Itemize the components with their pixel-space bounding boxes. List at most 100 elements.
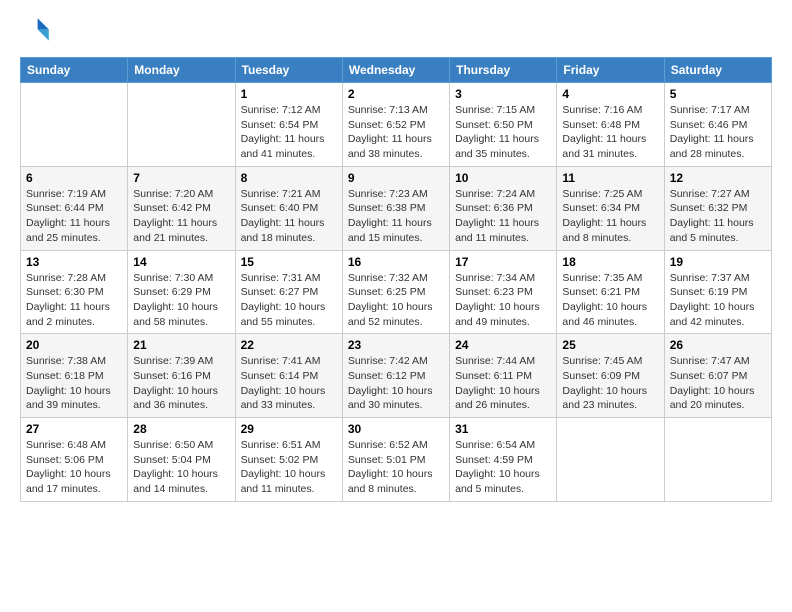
day-number: 25 bbox=[562, 338, 658, 352]
day-number: 21 bbox=[133, 338, 229, 352]
header bbox=[20, 15, 772, 47]
day-info: Sunrise: 7:13 AM Sunset: 6:52 PM Dayligh… bbox=[348, 103, 444, 162]
day-info: Sunrise: 7:39 AM Sunset: 6:16 PM Dayligh… bbox=[133, 354, 229, 413]
calendar-cell: 11Sunrise: 7:25 AM Sunset: 6:34 PM Dayli… bbox=[557, 166, 664, 250]
calendar-cell: 24 Sunrise: 7:44 AM Sunset: 6:11 PM Dayli… bbox=[450, 334, 557, 418]
day-info: Sunrise: 7:30 AM Sunset: 6:29 PM Dayligh… bbox=[133, 271, 229, 330]
day-of-week-header: Tuesday bbox=[235, 58, 342, 83]
calendar-cell: 16 Sunrise: 7:32 AM Sunset: 6:25 PM Dayli… bbox=[342, 250, 449, 334]
calendar-week-row: 1 Sunrise: 7:12 AM Sunset: 6:54 PM Daylig… bbox=[21, 83, 772, 167]
calendar-week-row: 13 Sunrise: 7:28 AM Sunset: 6:30 PM Dayli… bbox=[21, 250, 772, 334]
calendar-cell: 9 Sunrise: 7:23 AM Sunset: 6:38 PM Daylig… bbox=[342, 166, 449, 250]
calendar-cell bbox=[128, 83, 235, 167]
calendar-cell: 30 Sunrise: 6:52 AM Sunset: 5:01 PM Dayli… bbox=[342, 418, 449, 502]
calendar-cell: 19 Sunrise: 7:37 AM Sunset: 6:19 PM Dayli… bbox=[664, 250, 771, 334]
day-of-week-header: Saturday bbox=[664, 58, 771, 83]
day-info: Sunrise: 7:17 AM Sunset: 6:46 PM Dayligh… bbox=[670, 103, 766, 162]
day-info: Sunrise: 7:27 AM Sunset: 6:32 PM Dayligh… bbox=[670, 187, 766, 246]
calendar-cell: 15Sunrise: 7:31 AM Sunset: 6:27 PM Dayli… bbox=[235, 250, 342, 334]
day-info: Sunrise: 7:45 AM Sunset: 6:09 PM Dayligh… bbox=[562, 354, 658, 413]
calendar-cell: 26Sunrise: 7:47 AM Sunset: 6:07 PM Dayli… bbox=[664, 334, 771, 418]
calendar: SundayMondayTuesdayWednesdayThursdayFrid… bbox=[20, 57, 772, 502]
calendar-cell bbox=[557, 418, 664, 502]
day-info: Sunrise: 7:23 AM Sunset: 6:38 PM Dayligh… bbox=[348, 187, 444, 246]
calendar-week-row: 6 Sunrise: 7:19 AM Sunset: 6:44 PM Daylig… bbox=[21, 166, 772, 250]
day-number: 12 bbox=[670, 171, 766, 185]
day-number: 15 bbox=[241, 255, 337, 269]
calendar-cell: 29 Sunrise: 6:51 AM Sunset: 5:02 PM Dayli… bbox=[235, 418, 342, 502]
calendar-cell: 13 Sunrise: 7:28 AM Sunset: 6:30 PM Dayli… bbox=[21, 250, 128, 334]
day-number: 9 bbox=[348, 171, 444, 185]
day-number: 20 bbox=[26, 338, 122, 352]
day-number: 22 bbox=[241, 338, 337, 352]
day-number: 28 bbox=[133, 422, 229, 436]
day-of-week-header: Thursday bbox=[450, 58, 557, 83]
day-info: Sunrise: 7:42 AM Sunset: 6:12 PM Dayligh… bbox=[348, 354, 444, 413]
calendar-cell: 6 Sunrise: 7:19 AM Sunset: 6:44 PM Daylig… bbox=[21, 166, 128, 250]
day-info: Sunrise: 6:48 AM Sunset: 5:06 PM Dayligh… bbox=[26, 438, 122, 497]
day-number: 10 bbox=[455, 171, 551, 185]
day-info: Sunrise: 7:16 AM Sunset: 6:48 PM Dayligh… bbox=[562, 103, 658, 162]
calendar-week-row: 27 Sunrise: 6:48 AM Sunset: 5:06 PM Dayli… bbox=[21, 418, 772, 502]
day-info: Sunrise: 7:19 AM Sunset: 6:44 PM Dayligh… bbox=[26, 187, 122, 246]
calendar-cell: 17 Sunrise: 7:34 AM Sunset: 6:23 PM Dayli… bbox=[450, 250, 557, 334]
day-info: Sunrise: 7:28 AM Sunset: 6:30 PM Dayligh… bbox=[26, 271, 122, 330]
day-number: 6 bbox=[26, 171, 122, 185]
calendar-cell: 10 Sunrise: 7:24 AM Sunset: 6:36 PM Dayli… bbox=[450, 166, 557, 250]
day-info: Sunrise: 7:32 AM Sunset: 6:25 PM Dayligh… bbox=[348, 271, 444, 330]
calendar-week-row: 20 Sunrise: 7:38 AM Sunset: 6:18 PM Dayli… bbox=[21, 334, 772, 418]
calendar-cell: 18 Sunrise: 7:35 AM Sunset: 6:21 PM Dayli… bbox=[557, 250, 664, 334]
calendar-cell: 27 Sunrise: 6:48 AM Sunset: 5:06 PM Dayli… bbox=[21, 418, 128, 502]
day-info: Sunrise: 7:34 AM Sunset: 6:23 PM Dayligh… bbox=[455, 271, 551, 330]
day-number: 29 bbox=[241, 422, 337, 436]
day-of-week-header: Monday bbox=[128, 58, 235, 83]
calendar-cell: 2Sunrise: 7:13 AM Sunset: 6:52 PM Daylig… bbox=[342, 83, 449, 167]
day-number: 17 bbox=[455, 255, 551, 269]
day-info: Sunrise: 6:52 AM Sunset: 5:01 PM Dayligh… bbox=[348, 438, 444, 497]
day-info: Sunrise: 7:47 AM Sunset: 6:07 PM Dayligh… bbox=[670, 354, 766, 413]
calendar-cell: 1 Sunrise: 7:12 AM Sunset: 6:54 PM Daylig… bbox=[235, 83, 342, 167]
day-number: 16 bbox=[348, 255, 444, 269]
day-number: 4 bbox=[562, 87, 658, 101]
calendar-cell: 8 Sunrise: 7:21 AM Sunset: 6:40 PM Daylig… bbox=[235, 166, 342, 250]
day-number: 1 bbox=[241, 87, 337, 101]
day-number: 31 bbox=[455, 422, 551, 436]
day-number: 19 bbox=[670, 255, 766, 269]
day-number: 7 bbox=[133, 171, 229, 185]
calendar-cell: 25 Sunrise: 7:45 AM Sunset: 6:09 PM Dayli… bbox=[557, 334, 664, 418]
day-number: 3 bbox=[455, 87, 551, 101]
day-number: 18 bbox=[562, 255, 658, 269]
day-info: Sunrise: 7:37 AM Sunset: 6:19 PM Dayligh… bbox=[670, 271, 766, 330]
day-number: 8 bbox=[241, 171, 337, 185]
day-info: Sunrise: 7:24 AM Sunset: 6:36 PM Dayligh… bbox=[455, 187, 551, 246]
day-of-week-header: Friday bbox=[557, 58, 664, 83]
day-of-week-header: Sunday bbox=[21, 58, 128, 83]
calendar-cell: 23Sunrise: 7:42 AM Sunset: 6:12 PM Dayli… bbox=[342, 334, 449, 418]
day-info: Sunrise: 7:12 AM Sunset: 6:54 PM Dayligh… bbox=[241, 103, 337, 162]
day-number: 27 bbox=[26, 422, 122, 436]
day-info: Sunrise: 7:21 AM Sunset: 6:40 PM Dayligh… bbox=[241, 187, 337, 246]
day-info: Sunrise: 6:51 AM Sunset: 5:02 PM Dayligh… bbox=[241, 438, 337, 497]
day-number: 13 bbox=[26, 255, 122, 269]
day-info: Sunrise: 7:20 AM Sunset: 6:42 PM Dayligh… bbox=[133, 187, 229, 246]
calendar-cell: 3 Sunrise: 7:15 AM Sunset: 6:50 PM Daylig… bbox=[450, 83, 557, 167]
calendar-cell: 4 Sunrise: 7:16 AM Sunset: 6:48 PM Daylig… bbox=[557, 83, 664, 167]
day-info: Sunrise: 7:38 AM Sunset: 6:18 PM Dayligh… bbox=[26, 354, 122, 413]
day-number: 5 bbox=[670, 87, 766, 101]
day-info: Sunrise: 7:15 AM Sunset: 6:50 PM Dayligh… bbox=[455, 103, 551, 162]
calendar-cell: 22Sunrise: 7:41 AM Sunset: 6:14 PM Dayli… bbox=[235, 334, 342, 418]
day-info: Sunrise: 6:50 AM Sunset: 5:04 PM Dayligh… bbox=[133, 438, 229, 497]
day-number: 11 bbox=[562, 171, 658, 185]
logo-icon bbox=[20, 15, 52, 47]
calendar-cell: 20 Sunrise: 7:38 AM Sunset: 6:18 PM Dayli… bbox=[21, 334, 128, 418]
day-of-week-header: Wednesday bbox=[342, 58, 449, 83]
day-number: 30 bbox=[348, 422, 444, 436]
day-number: 24 bbox=[455, 338, 551, 352]
day-info: Sunrise: 6:54 AM Sunset: 4:59 PM Dayligh… bbox=[455, 438, 551, 497]
day-info: Sunrise: 7:44 AM Sunset: 6:11 PM Dayligh… bbox=[455, 354, 551, 413]
day-header-row: SundayMondayTuesdayWednesdayThursdayFrid… bbox=[21, 58, 772, 83]
logo bbox=[20, 15, 56, 47]
day-number: 14 bbox=[133, 255, 229, 269]
calendar-cell bbox=[664, 418, 771, 502]
day-info: Sunrise: 7:35 AM Sunset: 6:21 PM Dayligh… bbox=[562, 271, 658, 330]
